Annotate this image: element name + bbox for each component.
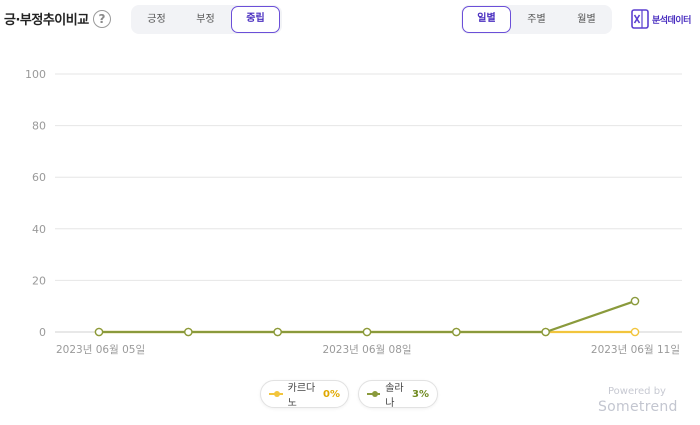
- legend-item-cardano[interactable]: 카르다노 0%: [260, 380, 349, 409]
- legend-item-solana[interactable]: 솔라나 3%: [358, 380, 438, 409]
- powered-by-text: Powered by: [608, 386, 666, 397]
- data-point: [630, 327, 640, 337]
- legend-percent: 0%: [323, 388, 340, 400]
- line-chart: 0 20 40 60 80 100 2023년 06월 05일 2023년 06월 08일 2…: [25, 68, 682, 356]
- x-tick-label: 2023년 06월 08일: [322, 343, 411, 356]
- y-tick-label: 40: [32, 223, 46, 236]
- y-tick-label: 0: [39, 326, 46, 339]
- data-point: [94, 327, 104, 337]
- data-point: [184, 327, 193, 337]
- y-tick-label: 20: [32, 274, 46, 287]
- data-point: [273, 327, 282, 337]
- legend-percent: 3%: [412, 388, 429, 400]
- y-tick-label: 100: [25, 68, 46, 81]
- y-tick-label: 60: [32, 171, 46, 184]
- x-tick-label: 2023년 06월 05일: [56, 343, 145, 356]
- legend-label: 카르다노: [287, 383, 316, 409]
- legend-marker-icon: [269, 391, 283, 397]
- data-point: [362, 327, 372, 337]
- legend-marker-icon: [367, 391, 381, 397]
- data-point: [452, 327, 461, 337]
- x-tick-label: 2023년 06월 11일: [591, 343, 680, 356]
- data-point: [630, 296, 640, 306]
- brand-logo: Sometrend: [598, 399, 678, 415]
- data-point: [541, 327, 550, 337]
- y-tick-label: 80: [32, 120, 46, 133]
- legend-label: 솔라나: [385, 383, 404, 409]
- series-line: [99, 300, 636, 334]
